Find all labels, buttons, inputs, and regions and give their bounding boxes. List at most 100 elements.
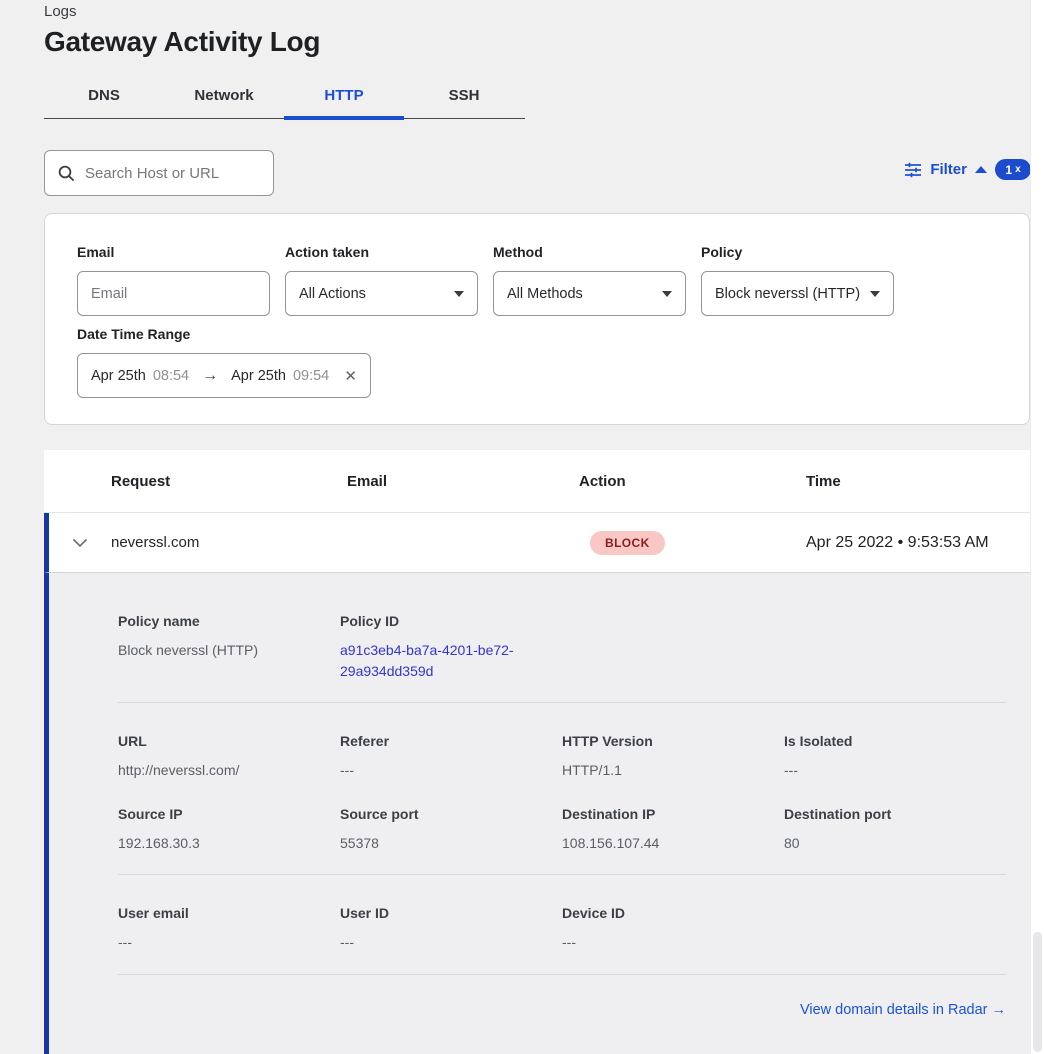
http-section: URL http://neverssl.com/ Referer --- HTT… (118, 733, 1006, 781)
column-action: Action (579, 473, 806, 490)
policy-id-link[interactable]: a91c3eb4-ba7a-4201-be72-29a934dd359d (340, 640, 540, 682)
filter-count-badge[interactable]: 1 x (995, 159, 1031, 180)
table-header: Request Email Action Time (44, 450, 1030, 513)
detail-value: --- (340, 932, 562, 953)
detail-destination-port: Destination port 80 (784, 806, 1006, 854)
action-taken-select[interactable]: All Actions (285, 271, 478, 316)
detail-value: --- (340, 760, 562, 781)
chevron-down-icon (870, 291, 880, 297)
status-badge: BLOCK (590, 531, 665, 555)
detail-source-port: Source port 55378 (340, 806, 562, 854)
detail-label: Destination port (784, 806, 1006, 822)
start-time[interactable]: 08:54 (153, 368, 189, 384)
detail-source-ip: Source IP 192.168.30.3 (118, 806, 340, 854)
filter-count: 1 (1005, 163, 1012, 177)
section-divider (118, 974, 1006, 975)
detail-http-version: HTTP Version HTTP/1.1 (562, 733, 784, 781)
column-request: Request (111, 473, 347, 490)
search-box[interactable] (44, 150, 274, 196)
detail-policy-name: Policy name Block neverssl (HTTP) (118, 613, 340, 682)
filter-bar: Filter 1 x (904, 159, 1031, 180)
row-expander[interactable] (49, 538, 111, 548)
tab-http[interactable]: HTTP (284, 73, 404, 118)
detail-value: http://neverssl.com/ (118, 760, 340, 781)
start-date[interactable]: Apr 25th (91, 368, 146, 384)
tab-bar: DNS Network HTTP SSH (44, 73, 525, 119)
policy-section: Policy name Block neverssl (HTTP) Policy… (118, 613, 1006, 682)
detail-label: User email (118, 905, 340, 921)
row-action: BLOCK (579, 531, 806, 555)
detail-label: Device ID (562, 905, 784, 921)
user-section: User email --- User ID --- Device ID --- (118, 905, 1006, 953)
detail-user-email: User email --- (118, 905, 340, 953)
column-time: Time (806, 473, 1030, 490)
tab-network[interactable]: Network (164, 73, 284, 118)
arrow-right-icon: → (202, 367, 218, 385)
detail-label: Referer (340, 733, 562, 749)
detail-value: --- (562, 932, 784, 953)
date-range-label: Date Time Range (77, 326, 371, 342)
policy-value: Block neverssl (HTTP) (715, 286, 864, 302)
email-filter-input[interactable] (91, 286, 256, 302)
section-divider (118, 702, 1006, 703)
tab-ssh[interactable]: SSH (404, 73, 524, 118)
breadcrumb[interactable]: Logs (44, 3, 77, 20)
detail-value: Block neverssl (HTTP) (118, 640, 340, 661)
detail-url: URL http://neverssl.com/ (118, 733, 340, 781)
clear-date-icon[interactable]: ✕ (344, 367, 357, 385)
date-range-field[interactable]: Apr 25th 08:54 → Apr 25th 09:54 ✕ (77, 353, 371, 398)
chevron-down-icon (72, 538, 88, 548)
detail-value: --- (784, 760, 1006, 781)
email-filter-field[interactable] (77, 271, 270, 316)
action-taken-label: Action taken (285, 244, 478, 260)
row-time: Apr 25 2022 • 9:53:53 AM (806, 534, 1030, 552)
section-divider (118, 874, 1006, 875)
table-row[interactable]: neverssl.com BLOCK Apr 25 2022 • 9:53:53… (44, 513, 1030, 573)
method-value: All Methods (507, 286, 656, 302)
chevron-down-icon (662, 291, 672, 297)
action-taken-value: All Actions (299, 286, 448, 302)
method-label: Method (493, 244, 686, 260)
filter-lines-icon (904, 162, 922, 178)
radar-link-row: View domain details in Radar → (118, 1001, 1006, 1019)
network-section: Source IP 192.168.30.3 Source port 55378… (118, 806, 1006, 854)
detail-label: HTTP Version (562, 733, 784, 749)
filter-panel: Email Action taken All Actions Method Al… (44, 213, 1030, 425)
detail-value: 80 (784, 833, 1006, 854)
detail-label: User ID (340, 905, 562, 921)
collapse-caret-icon[interactable] (975, 166, 987, 173)
tab-dns[interactable]: DNS (44, 73, 164, 118)
end-date[interactable]: Apr 25th (231, 368, 286, 384)
email-filter-label: Email (77, 244, 270, 260)
detail-label: Policy name (118, 613, 340, 629)
scrollbar-thumb[interactable] (1033, 932, 1042, 1052)
detail-label: Source port (340, 806, 562, 822)
chevron-down-icon (454, 291, 464, 297)
detail-referer: Referer --- (340, 733, 562, 781)
detail-value: 192.168.30.3 (118, 833, 340, 854)
row-details-panel: Policy name Block neverssl (HTTP) Policy… (44, 573, 1030, 1054)
policy-label: Policy (701, 244, 894, 260)
search-input[interactable] (85, 165, 255, 182)
detail-value: 55378 (340, 833, 562, 854)
radar-link[interactable]: View domain details in Radar → (800, 1002, 1006, 1018)
detail-label: Policy ID (340, 613, 562, 629)
detail-label: Destination IP (562, 806, 784, 822)
filter-button[interactable]: Filter (930, 161, 967, 178)
search-icon (58, 165, 75, 182)
end-time[interactable]: 09:54 (293, 368, 329, 384)
detail-label: Source IP (118, 806, 340, 822)
policy-select[interactable]: Block neverssl (HTTP) (701, 271, 894, 316)
detail-is-isolated: Is Isolated --- (784, 733, 1006, 781)
column-email: Email (347, 473, 579, 490)
clear-filters-icon[interactable]: x (1015, 164, 1021, 175)
detail-policy-id: Policy ID a91c3eb4-ba7a-4201-be72-29a934… (340, 613, 562, 682)
detail-user-id: User ID --- (340, 905, 562, 953)
detail-value: HTTP/1.1 (562, 760, 784, 781)
scrollbar-track (1030, 0, 1044, 1054)
method-select[interactable]: All Methods (493, 271, 686, 316)
detail-value: --- (118, 932, 340, 953)
page-title: Gateway Activity Log (44, 26, 320, 58)
detail-device-id: Device ID --- (562, 905, 784, 953)
detail-label: Is Isolated (784, 733, 1006, 749)
